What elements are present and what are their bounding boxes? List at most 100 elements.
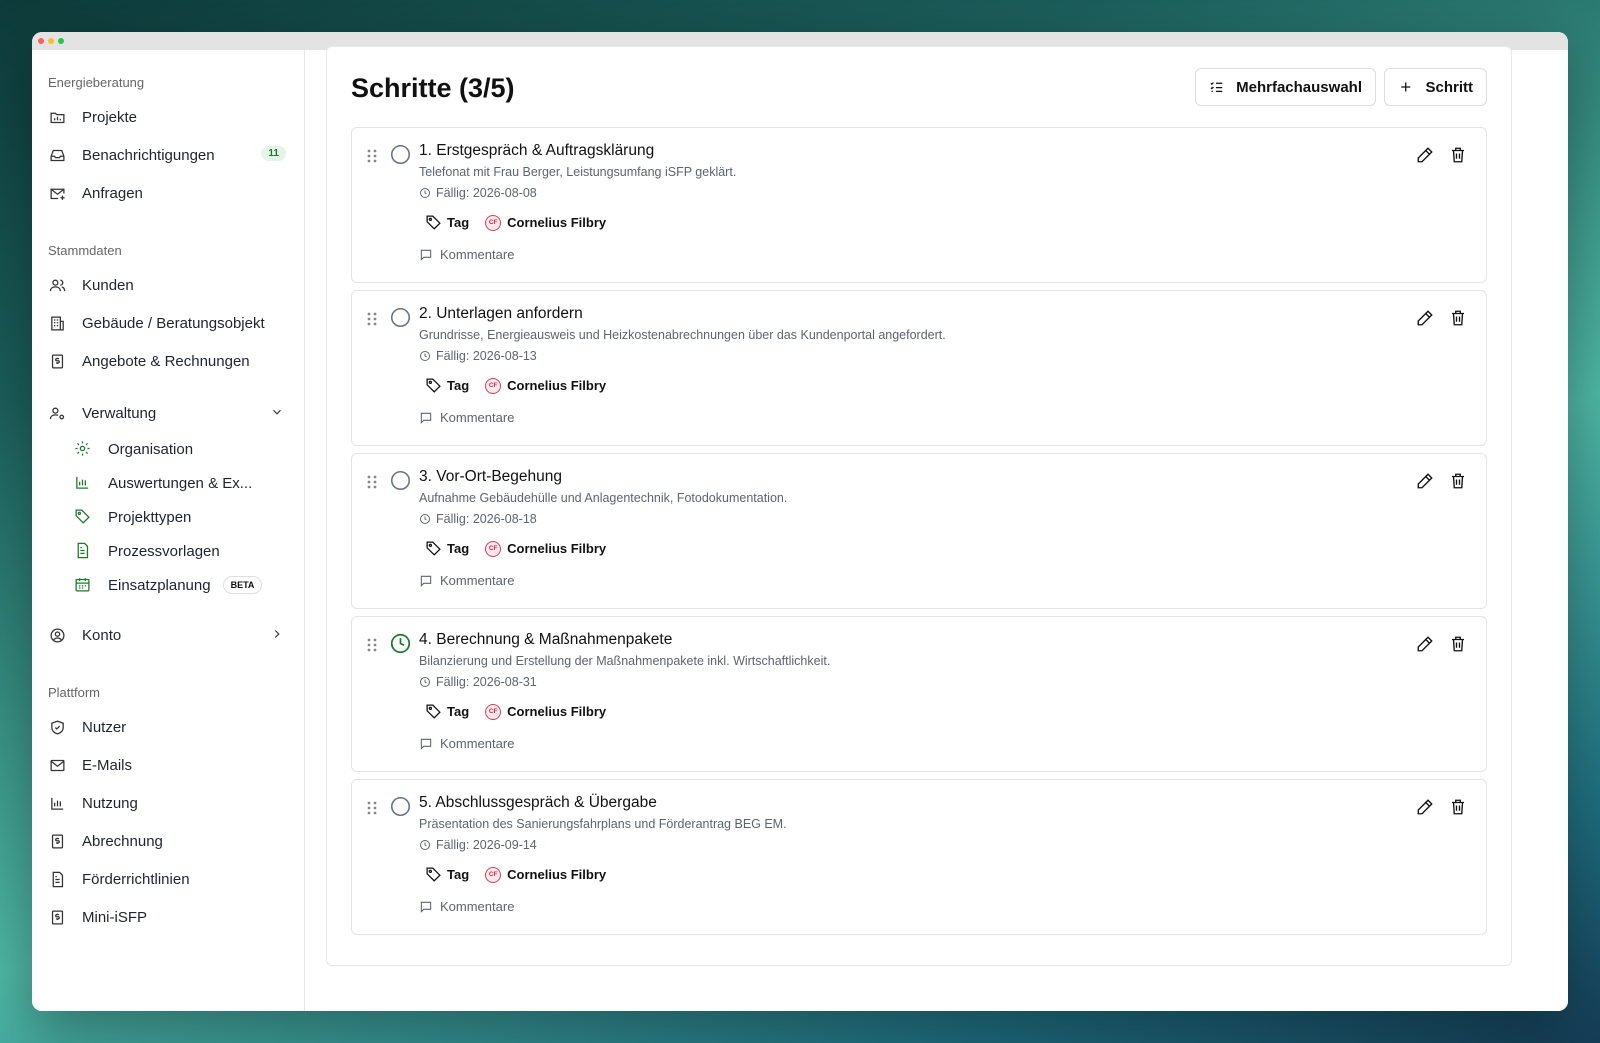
- status-circle-icon[interactable]: [390, 144, 411, 165]
- comments-link[interactable]: Kommentare: [419, 899, 514, 914]
- sidebar-item-reports[interactable]: Auswertungen & Ex...: [48, 466, 288, 500]
- assignee-name[interactable]: Cornelius Filbry: [507, 215, 606, 230]
- tag-chip[interactable]: Tag: [425, 377, 469, 394]
- trash-icon[interactable]: [1449, 472, 1467, 490]
- sidebar-item-label: Förderrichtlinien: [82, 870, 190, 888]
- chevron-down-icon[interactable]: [270, 405, 284, 419]
- clock-icon: [420, 677, 430, 687]
- trash-icon[interactable]: [1449, 635, 1467, 653]
- section-label-energieberatung: Energieberatung: [48, 75, 145, 90]
- sidebar-item-usage[interactable]: Nutzung: [48, 784, 288, 822]
- assignee-name[interactable]: Cornelius Filbry: [507, 867, 606, 882]
- clock-status-icon[interactable]: [390, 633, 411, 654]
- maximize-window-button[interactable]: [58, 38, 64, 44]
- status-circle-icon[interactable]: [390, 470, 411, 491]
- trash-icon[interactable]: [1449, 798, 1467, 816]
- comments-link[interactable]: Kommentare: [419, 736, 514, 751]
- sidebar-item-label: Konto: [82, 626, 122, 644]
- assignee-name[interactable]: Cornelius Filbry: [507, 378, 606, 393]
- drag-handle-icon[interactable]: [366, 637, 378, 653]
- sidebar-item-organisation[interactable]: Organisation: [48, 432, 288, 466]
- trash-icon[interactable]: [1449, 309, 1467, 327]
- sidebar-item-customers[interactable]: Kunden: [48, 266, 288, 304]
- tag-icon: [426, 704, 441, 719]
- invoice-icon: [48, 352, 66, 370]
- sidebar-item-users[interactable]: Nutzer: [48, 708, 288, 746]
- status-circle-icon[interactable]: [390, 307, 411, 328]
- step-card[interactable]: 1. Erstgespräch & Auftragsklärung Telefo…: [351, 127, 1487, 283]
- sidebar-item-label: Nutzung: [82, 794, 138, 812]
- drag-handle-icon[interactable]: [366, 474, 378, 490]
- tag-chip[interactable]: Tag: [425, 866, 469, 883]
- tag-icon: [426, 541, 441, 556]
- add-step-button[interactable]: Schritt: [1384, 68, 1487, 106]
- step-chips: Tag CF Cornelius Filbry: [425, 214, 606, 231]
- chevron-right-icon[interactable]: [270, 627, 284, 641]
- sidebar-item-funding[interactable]: Förderrichtlinien: [48, 860, 288, 898]
- users-icon: [48, 276, 66, 294]
- step-chips: Tag CF Cornelius Filbry: [425, 703, 606, 720]
- pencil-icon[interactable]: [1416, 472, 1434, 490]
- comments-link[interactable]: Kommentare: [419, 410, 514, 425]
- step-due-date: Fällig: 2026-08-13: [419, 349, 537, 363]
- section-label-plattform: Plattform: [48, 685, 101, 700]
- sidebar-item-notifications[interactable]: Benachrichtigungen 11: [48, 136, 288, 174]
- main-content: Schritte (3/5) Mehrfachauswahl Schritt 1…: [306, 46, 1568, 1011]
- comment-icon: [420, 412, 432, 424]
- sidebar-item-mini-isfp[interactable]: Mini-iSFP: [48, 898, 288, 936]
- sidebar-item-planning[interactable]: Einsatzplanung BETA: [48, 568, 288, 602]
- due-date-text: Fällig: 2026-08-08: [436, 186, 537, 200]
- sidebar-item-label: Projekttypen: [108, 508, 192, 526]
- sidebar-item-offers[interactable]: Angebote & Rechnungen: [48, 342, 288, 380]
- add-step-label: Schritt: [1425, 78, 1473, 96]
- sidebar-item-label: Kunden: [82, 276, 134, 294]
- minimize-window-button[interactable]: [48, 38, 54, 44]
- assignee-name[interactable]: Cornelius Filbry: [507, 541, 606, 556]
- sidebar-item-emails[interactable]: E-Mails: [48, 746, 288, 784]
- pencil-icon[interactable]: [1416, 798, 1434, 816]
- drag-handle-icon[interactable]: [366, 800, 378, 816]
- step-title: 3. Vor-Ort-Begehung: [419, 468, 563, 485]
- tag-label: Tag: [447, 867, 470, 882]
- sidebar-item-admin[interactable]: Verwaltung: [48, 394, 288, 432]
- close-window-button[interactable]: [38, 38, 44, 44]
- avatar: CF: [485, 703, 502, 720]
- sidebar-item-project-types[interactable]: Projekttypen: [48, 500, 288, 534]
- comments-link[interactable]: Kommentare: [419, 247, 514, 262]
- sidebar-item-billing[interactable]: Abrechnung: [48, 822, 288, 860]
- invoice-icon: [48, 832, 66, 850]
- step-card[interactable]: 5. Abschlussgespräch & Übergabe Präsenta…: [351, 779, 1487, 935]
- drag-handle-icon[interactable]: [366, 148, 378, 164]
- beta-badge: BETA: [222, 576, 263, 594]
- step-card[interactable]: 4. Berechnung & Maßnahmenpakete Bilanzie…: [351, 616, 1487, 772]
- sidebar-item-account[interactable]: Konto: [48, 616, 288, 654]
- assignee-name[interactable]: Cornelius Filbry: [507, 704, 606, 719]
- drag-handle-icon[interactable]: [366, 311, 378, 327]
- sidebar-item-projects[interactable]: Projekte: [48, 98, 288, 136]
- bar-chart-icon: [48, 794, 66, 812]
- pencil-icon[interactable]: [1416, 309, 1434, 327]
- pencil-icon[interactable]: [1416, 146, 1434, 164]
- sidebar-item-buildings[interactable]: Gebäude / Beratungsobjekt: [48, 304, 288, 342]
- tag-label: Tag: [447, 541, 470, 556]
- invoice-icon: [48, 908, 66, 926]
- step-title: 1. Erstgespräch & Auftragsklärung: [419, 142, 655, 159]
- step-description: Telefonat mit Frau Berger, Leistungsumfa…: [419, 165, 737, 179]
- comments-link[interactable]: Kommentare: [419, 573, 514, 588]
- tag-chip[interactable]: Tag: [425, 214, 469, 231]
- step-card[interactable]: 3. Vor-Ort-Begehung Aufnahme Gebäudehüll…: [351, 453, 1487, 609]
- sidebar-item-templates[interactable]: Prozessvorlagen: [48, 534, 288, 568]
- list-checks-icon: [1210, 82, 1223, 93]
- sidebar-item-requests[interactable]: Anfragen: [48, 174, 288, 212]
- step-card[interactable]: 2. Unterlagen anfordern Grundrisse, Ener…: [351, 290, 1487, 446]
- tag-chip[interactable]: Tag: [425, 540, 469, 557]
- plus-icon: [1401, 82, 1411, 92]
- clock-icon: [420, 514, 430, 524]
- pencil-icon[interactable]: [1416, 635, 1434, 653]
- status-circle-icon[interactable]: [390, 796, 411, 817]
- trash-icon[interactable]: [1449, 146, 1467, 164]
- tag-chip[interactable]: Tag: [425, 703, 469, 720]
- step-description: Präsentation des Sanierungsfahrplans und…: [419, 817, 787, 831]
- multi-select-button[interactable]: Mehrfachauswahl: [1195, 68, 1376, 106]
- bar-chart-icon: [74, 474, 92, 492]
